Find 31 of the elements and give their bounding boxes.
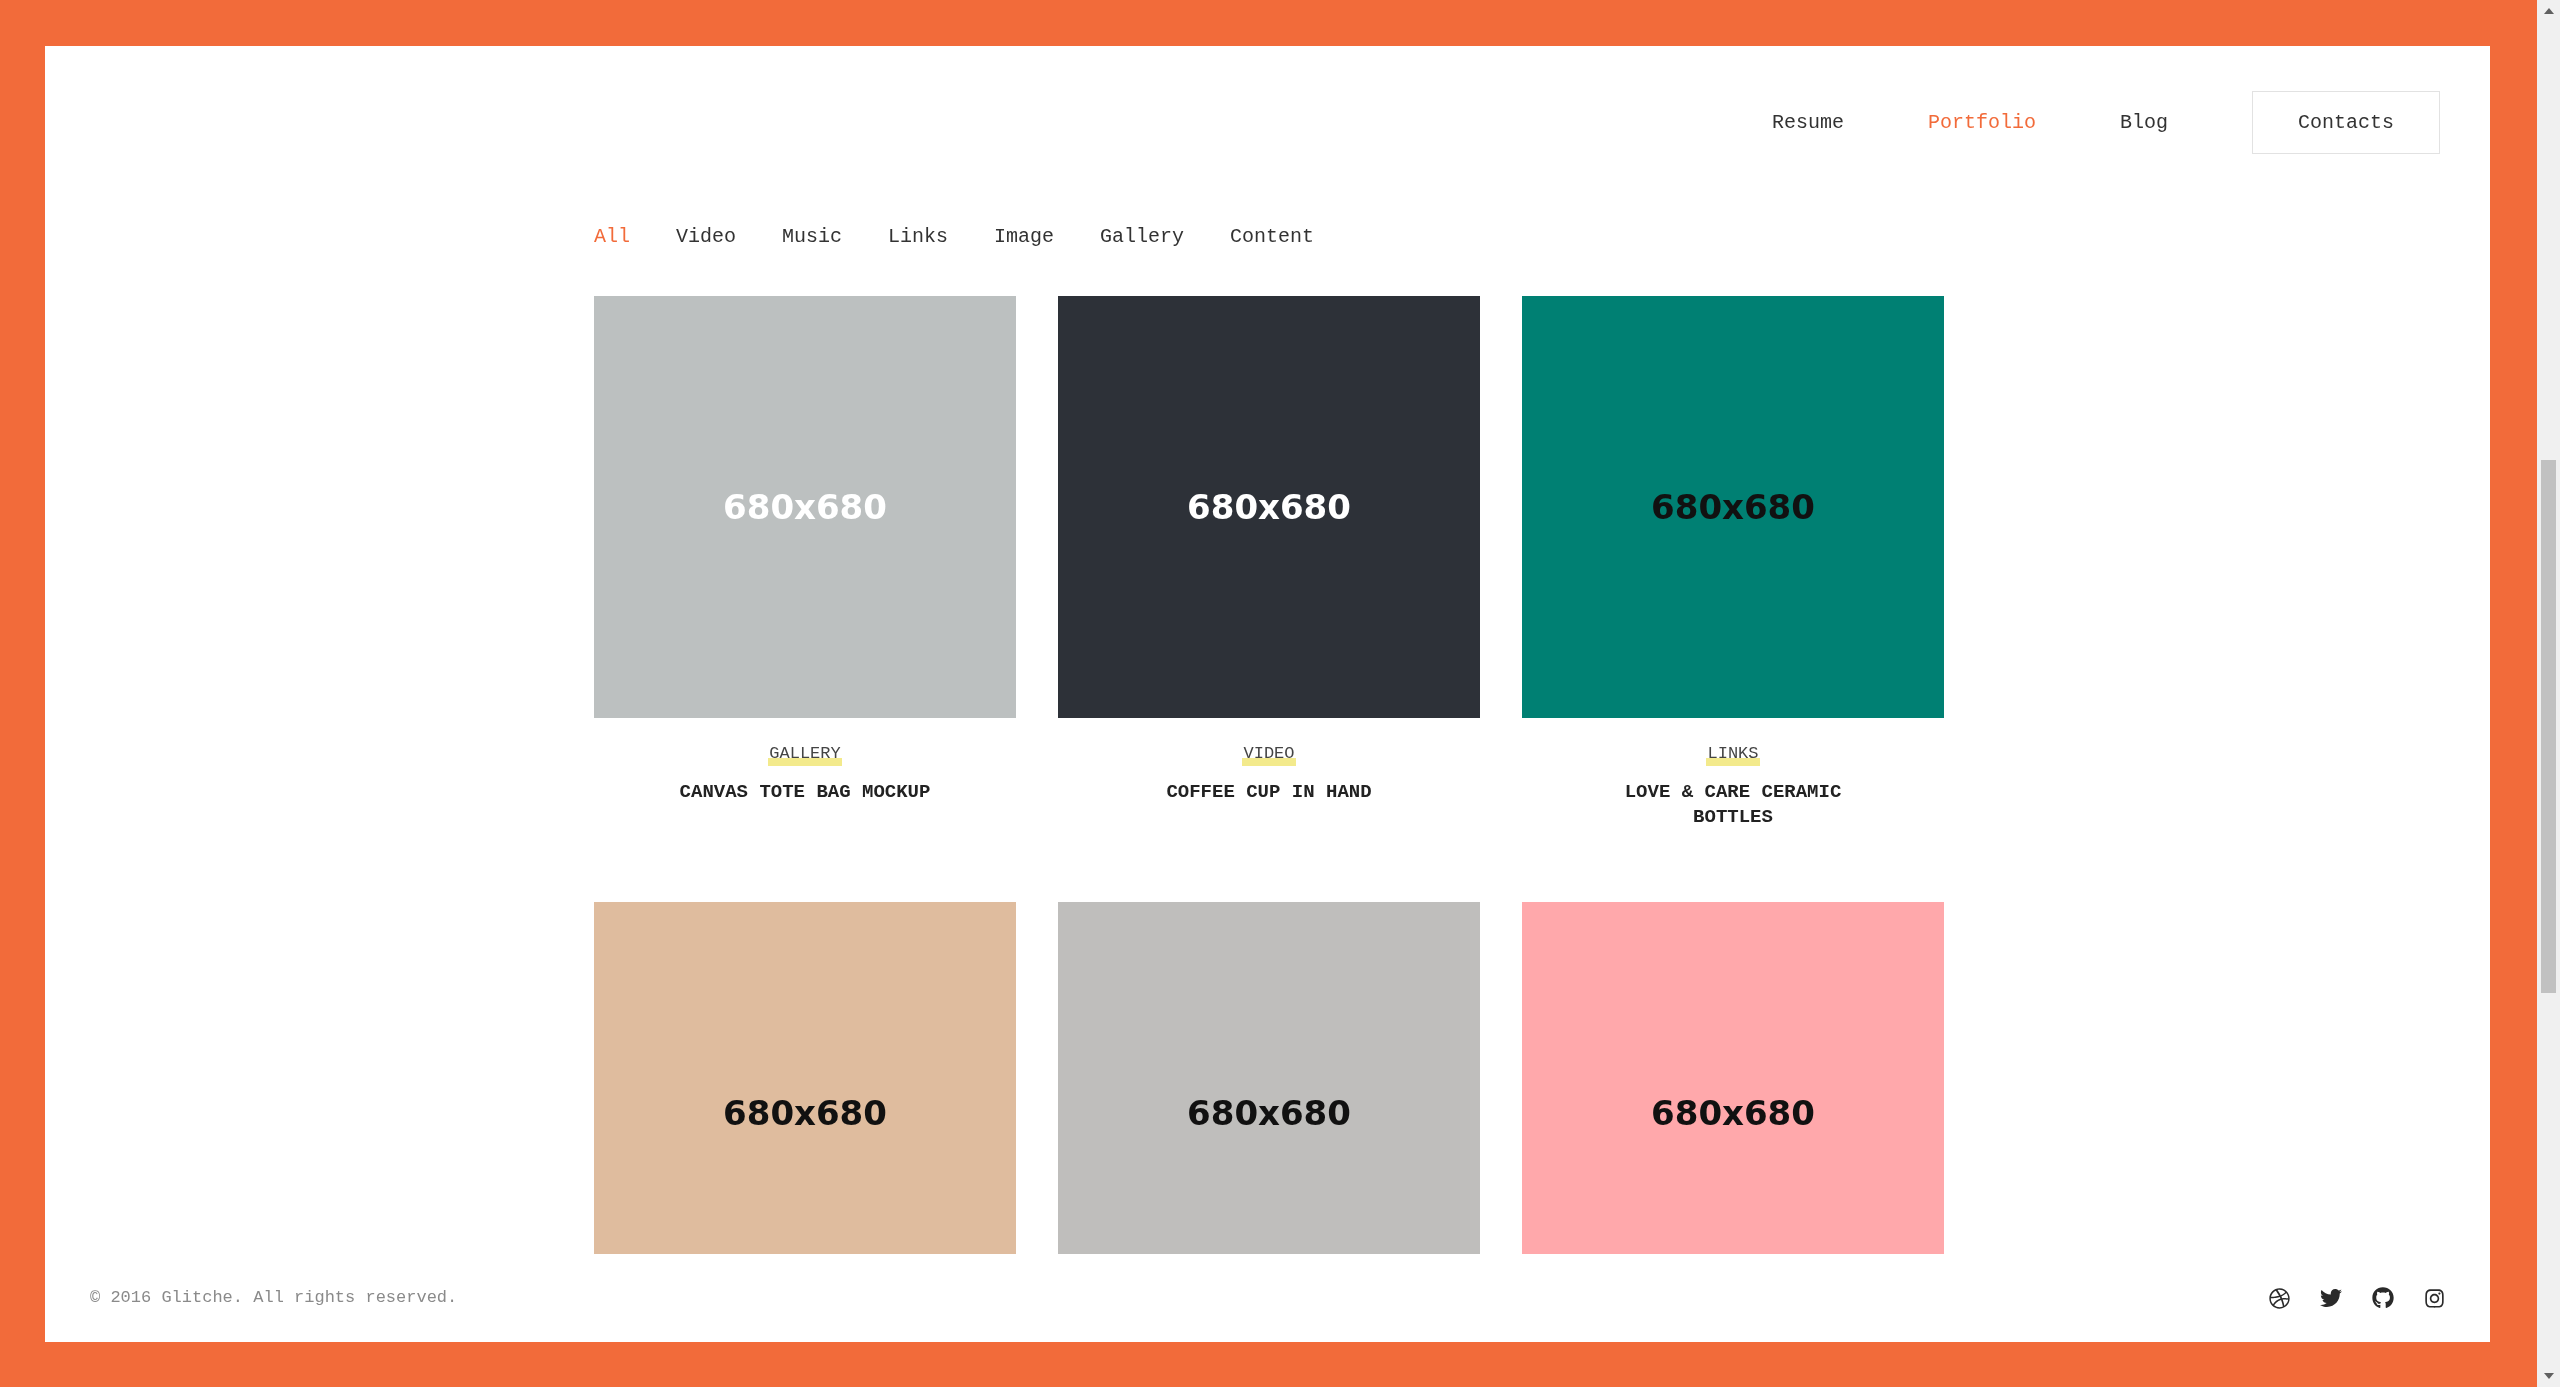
image-size-label: 680x680 (723, 485, 887, 529)
scroll-up-icon[interactable] (2543, 8, 2554, 14)
placeholder-image[interactable]: 680x680 (1522, 902, 1944, 1254)
scrollbar[interactable] (2537, 0, 2560, 1387)
filter-tab[interactable]: Music (782, 222, 843, 252)
image-size-label: 680x680 (1651, 1091, 1815, 1135)
placeholder-image[interactable]: 680x680 (1058, 296, 1480, 718)
image-size-label: 680x680 (1187, 485, 1351, 529)
card-title[interactable]: LOVE & CARE CERAMIC BOTTLES (1593, 780, 1873, 830)
filter-tab[interactable]: Image (994, 222, 1055, 252)
filter-tab[interactable]: Gallery (1100, 222, 1185, 252)
nav-link[interactable]: Blog (2119, 107, 2168, 138)
cat-icon[interactable] (2372, 1287, 2394, 1309)
placeholder-image[interactable]: 680x680 (1058, 902, 1480, 1254)
filter-tab[interactable]: Video (676, 222, 737, 252)
filter-tab[interactable]: Content (1230, 222, 1315, 252)
filter-tab[interactable]: Links (888, 222, 949, 252)
image-size-label: 680x680 (723, 1091, 887, 1135)
scroll-down-icon[interactable] (2543, 1373, 2554, 1379)
card-title[interactable]: CANVAS TOTE BAG MOCKUP (665, 780, 945, 805)
placeholder-image[interactable]: 680x680 (1522, 296, 1944, 718)
scrollbar-thumb[interactable] (2541, 460, 2556, 993)
camera-icon[interactable] (2424, 1287, 2445, 1309)
placeholder-image[interactable]: 680x680 (594, 902, 1016, 1254)
image-size-label: 680x680 (1187, 1091, 1351, 1135)
bird-icon[interactable] (2320, 1287, 2342, 1309)
copyright-text: © 2016 Glitche. All rights reserved. (90, 1287, 458, 1310)
image-size-label: 680x680 (1651, 485, 1815, 529)
nav-link[interactable]: Resume (1771, 107, 1844, 138)
contacts-button[interactable]: Contacts (2252, 91, 2440, 154)
card-title[interactable]: COFFEE CUP IN HAND (1129, 780, 1409, 805)
